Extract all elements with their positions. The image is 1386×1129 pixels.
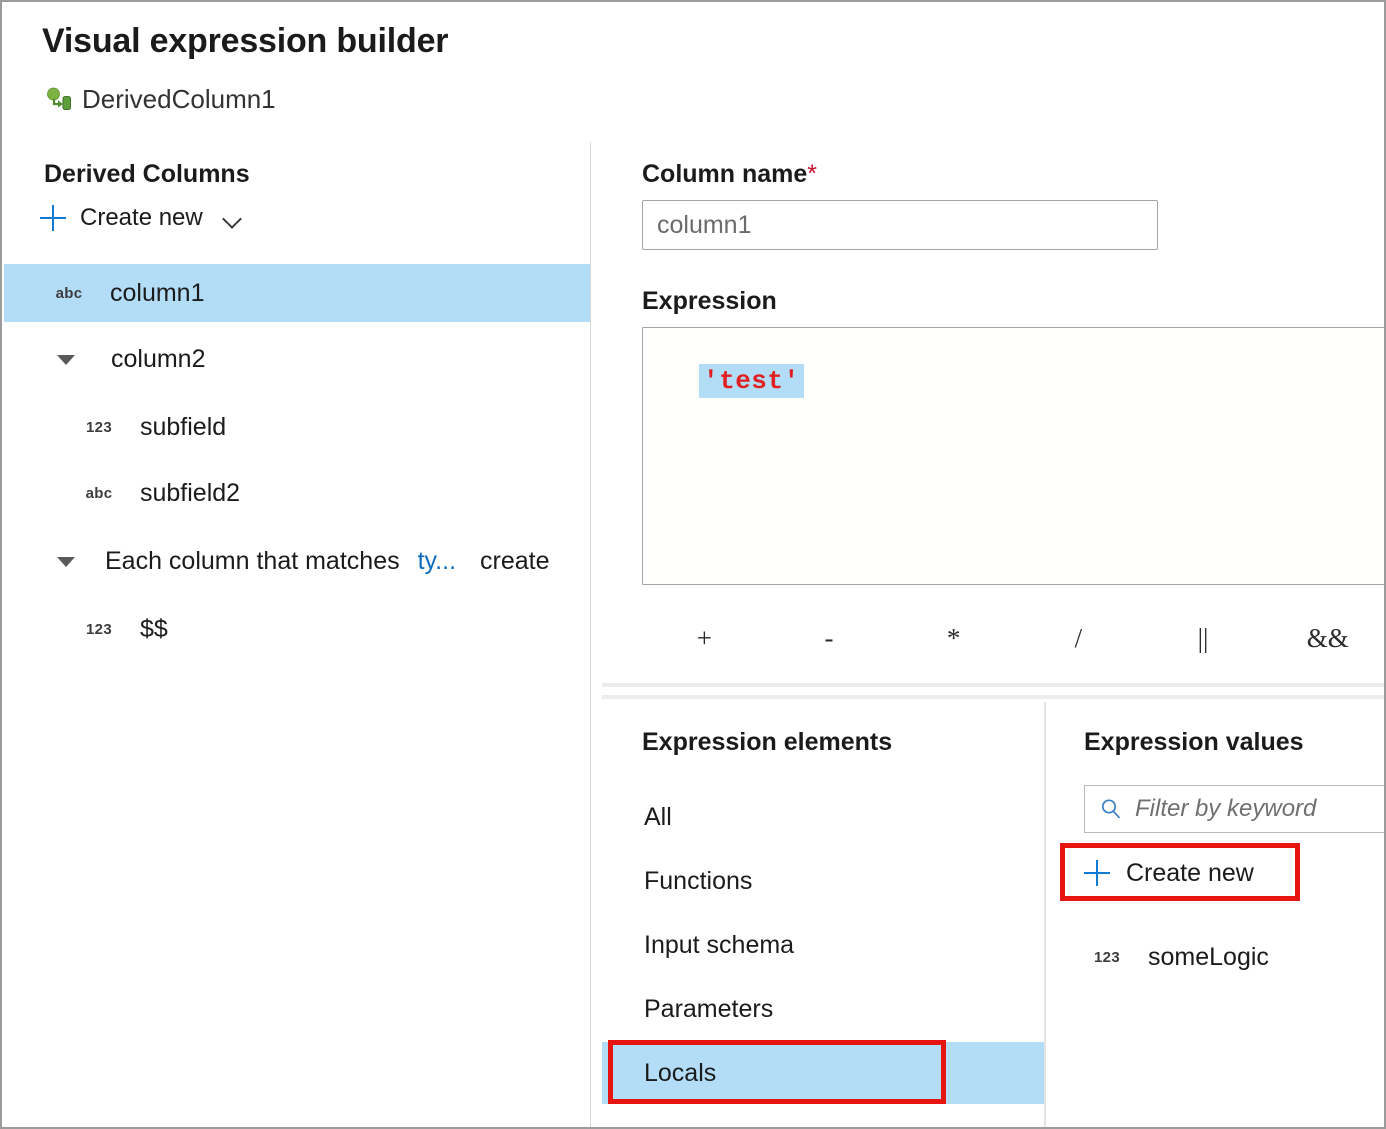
- expression-element-label: Functions: [602, 867, 752, 896]
- tree-item-column1[interactable]: abc column1: [4, 264, 590, 322]
- plus-icon: [1084, 860, 1110, 886]
- type-badge-123: 123: [1084, 949, 1130, 966]
- expression-element-functions[interactable]: Functions: [602, 852, 1044, 910]
- expression-label: Expression: [642, 287, 777, 316]
- type-badge-abc: abc: [46, 285, 92, 302]
- caret-down-icon[interactable]: [54, 347, 78, 371]
- operator-multiply-button[interactable]: *: [891, 623, 1016, 654]
- expression-elements-title: Expression elements: [642, 728, 892, 757]
- column-name-label: Column name*: [642, 160, 817, 189]
- sidebar-create-new-button[interactable]: Create new: [40, 204, 245, 232]
- operator-divide-button[interactable]: /: [1016, 623, 1141, 654]
- rule-prefix-label: Each column that matches: [105, 547, 400, 576]
- operator-plus-button[interactable]: +: [642, 623, 767, 654]
- derived-columns-title: Derived Columns: [44, 160, 250, 189]
- required-marker: *: [807, 160, 817, 188]
- tree-item-subfield[interactable]: 123 subfield: [4, 398, 590, 456]
- derived-columns-panel: Derived Columns Create new abc column1 c…: [4, 142, 590, 1127]
- tree-item-label: column2: [111, 345, 206, 374]
- expression-values-title: Expression values: [1084, 728, 1304, 757]
- values-create-new-label: Create new: [1126, 859, 1254, 888]
- page-title: Visual expression builder: [42, 22, 448, 61]
- tree-item-column2[interactable]: column2: [4, 330, 590, 388]
- chevron-down-icon[interactable]: [223, 212, 245, 224]
- filter-search-placeholder: Filter by keyword: [1135, 795, 1316, 823]
- column-name-value: column1: [657, 211, 752, 239]
- column-name-input[interactable]: column1: [642, 200, 1158, 250]
- tree-item-subfield2[interactable]: abc subfield2: [4, 464, 590, 522]
- derived-column-icon: [46, 87, 72, 113]
- breadcrumb: DerivedColumn1: [46, 84, 276, 115]
- expression-value-somelogic[interactable]: 123 someLogic: [1084, 932, 1269, 982]
- expression-element-all[interactable]: All: [602, 788, 1044, 846]
- operator-and-button[interactable]: &&: [1265, 623, 1386, 654]
- operator-or-button[interactable]: ||: [1141, 623, 1266, 654]
- filter-search-input[interactable]: Filter by keyword: [1084, 785, 1386, 833]
- section-divider-bottom: [602, 695, 1386, 699]
- tree-item-column-pattern-rule[interactable]: Each column that matches ty... create: [4, 532, 590, 590]
- rule-suffix-label: create: [480, 547, 549, 576]
- search-icon: [1099, 797, 1123, 821]
- tree-item-dollar-dollar[interactable]: 123 $$: [4, 600, 590, 658]
- type-badge-123: 123: [76, 621, 122, 638]
- expression-token: 'test': [699, 364, 804, 398]
- expression-editor[interactable]: 'test': [642, 327, 1386, 585]
- expression-value-label: someLogic: [1148, 943, 1269, 972]
- expression-element-label: Parameters: [602, 995, 773, 1024]
- values-create-new-button[interactable]: Create new: [1084, 848, 1254, 898]
- sidebar-create-new-label: Create new: [80, 204, 203, 232]
- type-badge-123: 123: [76, 419, 122, 436]
- expression-element-parameters[interactable]: Parameters: [602, 980, 1044, 1038]
- expression-element-locals[interactable]: Locals: [602, 1042, 1044, 1104]
- section-divider-top: [602, 683, 1386, 687]
- expression-element-label: Locals: [602, 1059, 716, 1088]
- column-name-label-text: Column name: [642, 160, 807, 188]
- expression-element-label: Input schema: [602, 931, 794, 960]
- visual-expression-builder-window: Visual expression builder DerivedColumn1…: [0, 0, 1386, 1129]
- main-vertical-divider: [590, 142, 591, 1127]
- operator-minus-button[interactable]: -: [767, 623, 892, 654]
- breadcrumb-label: DerivedColumn1: [82, 84, 276, 115]
- type-badge-abc: abc: [76, 485, 122, 502]
- caret-down-icon[interactable]: [54, 549, 78, 573]
- tree-item-label: subfield2: [140, 479, 240, 508]
- bottom-panels-divider: [1044, 702, 1046, 1127]
- tree-item-label: $$: [140, 615, 168, 644]
- expression-element-input-schema[interactable]: Input schema: [602, 916, 1044, 974]
- tree-item-label: column1: [110, 279, 205, 308]
- operator-toolbar: + - * / || &&: [642, 617, 1386, 659]
- expression-element-label: All: [602, 803, 672, 832]
- tree-item-label: subfield: [140, 413, 226, 442]
- rule-condition-link[interactable]: ty...: [418, 547, 456, 576]
- plus-icon: [40, 205, 66, 231]
